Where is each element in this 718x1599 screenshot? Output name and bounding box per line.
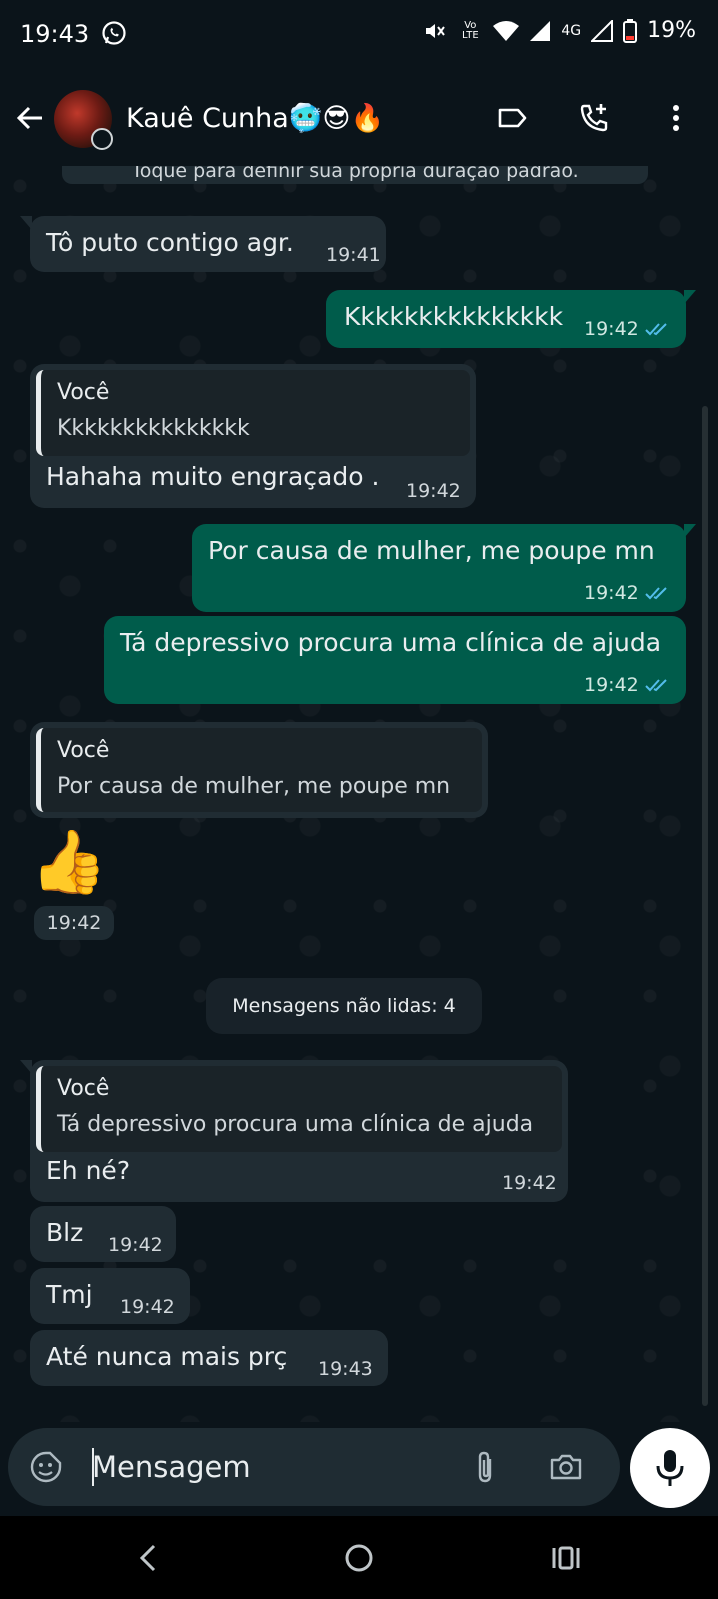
nav-back-icon[interactable] (132, 1540, 168, 1576)
scrollbar[interactable] (702, 406, 708, 1406)
unread-messages-divider: Mensagens não lidas: 4 (206, 978, 482, 1034)
signal-icon-2 (591, 19, 614, 42)
message-bubble-outgoing[interactable]: Kkkkkkkkkkkkkkk 19:42 (326, 290, 696, 348)
message-time: 19:42 (584, 582, 639, 604)
message-text: Hahaha muito engraçado . (46, 462, 380, 491)
message-time: 19:43 (318, 1358, 373, 1380)
status-bar: 19:43 Vo LTE 4G 19% (0, 0, 718, 70)
read-ticks-icon (645, 323, 667, 336)
mic-icon (656, 1450, 684, 1486)
message-bubble-incoming[interactable]: Tmj 19:42 (30, 1268, 190, 1324)
wifi-icon (493, 20, 520, 41)
message-bubble-incoming[interactable]: Blz 19:42 (30, 1206, 176, 1262)
quote-text: Tá depressivo procura uma clínica de aju… (57, 1112, 534, 1137)
message-text: Tmj (46, 1280, 93, 1309)
contact-name[interactable]: Kauê Cunha🥶😎🔥 (126, 102, 384, 134)
add-call-icon[interactable] (576, 100, 612, 136)
message-time: 19:41 (326, 244, 381, 266)
message-bubble-incoming[interactable]: Até nunca mais prç 19:43 (30, 1330, 388, 1386)
attach-icon[interactable] (468, 1449, 504, 1485)
status-time: 19:43 (20, 20, 90, 48)
message-text: Blz (46, 1218, 84, 1247)
message-time: 19:42 (584, 318, 639, 340)
status-icons: Vo LTE 4G 19% (423, 18, 696, 43)
message-input[interactable] (82, 1428, 472, 1506)
read-ticks-icon (645, 587, 667, 600)
message-time: 19:42 (502, 1172, 557, 1194)
message-bubble-outgoing[interactable]: Por causa de mulher, me poupe mn 19:42 (192, 524, 696, 612)
more-vert-icon[interactable] (658, 100, 694, 136)
disappearing-timer-icon (91, 128, 113, 150)
message-bubble-incoming[interactable]: Você Por causa de mulher, me poupe mn (30, 722, 488, 818)
chat-area[interactable]: Toque para definir sua própria duração p… (0, 166, 718, 1422)
chat-header: Kauê Cunha🥶😎🔥 (0, 70, 718, 166)
quote-text: Por causa de mulher, me poupe mn (57, 774, 451, 799)
camera-icon[interactable] (548, 1449, 584, 1485)
bubble-tail (684, 290, 696, 304)
message-text: Eh né? (46, 1156, 131, 1185)
system-banner[interactable]: Toque para definir sua própria duração p… (62, 166, 648, 184)
message-text: Kkkkkkkkkkkkkkk (344, 302, 564, 331)
message-text: Por causa de mulher, me poupe mn (208, 536, 655, 565)
signal-icon (530, 20, 551, 41)
quoted-message[interactable]: Você Por causa de mulher, me poupe mn (36, 728, 482, 812)
mute-icon (426, 23, 446, 38)
battery-percent: 19% (647, 18, 696, 43)
message-text: Até nunca mais prç (46, 1342, 288, 1371)
message-time: 19:42 (120, 1296, 175, 1318)
message-text: Tá depressivo procura uma clínica de aju… (120, 628, 662, 657)
quote-author: Você (57, 380, 110, 405)
battery-icon (623, 18, 638, 43)
quote-author: Você (57, 738, 110, 763)
network-type-label: 4G (561, 22, 582, 39)
message-time: 19:42 (108, 1234, 163, 1256)
message-text: Tô puto contigo agr. (46, 228, 294, 257)
message-bubble-incoming[interactable]: Tô puto contigo agr. 19:41 (20, 216, 386, 272)
system-nav-bar (0, 1516, 718, 1599)
mic-button[interactable] (630, 1428, 710, 1508)
quoted-message[interactable]: Você Kkkkkkkkkkkkkkk (36, 370, 470, 456)
message-time: 19:42 (34, 906, 114, 940)
message-bubble-incoming[interactable]: Você Kkkkkkkkkkkkkkk Hahaha muito engraç… (30, 364, 476, 508)
message-composer (8, 1428, 620, 1506)
quoted-message[interactable]: Você Tá depressivo procura uma clínica d… (36, 1066, 562, 1152)
volte-label: Vo LTE (462, 19, 479, 41)
bubble-tail (684, 524, 696, 538)
message-bubble-outgoing[interactable]: Tá depressivo procura uma clínica de aju… (104, 616, 686, 704)
thumbs-up-emoji[interactable]: 👍 (30, 826, 107, 898)
bubble-tail (20, 216, 32, 230)
label-icon[interactable] (494, 100, 530, 136)
emoji-sticker-icon[interactable] (28, 1449, 64, 1485)
message-time: 19:42 (406, 480, 461, 502)
bubble-tail (20, 1060, 32, 1074)
nav-home-icon[interactable] (341, 1540, 377, 1576)
whatsapp-icon (102, 21, 126, 45)
back-arrow-icon[interactable] (12, 100, 48, 136)
quote-text: Kkkkkkkkkkkkkkk (57, 416, 250, 441)
message-bubble-incoming[interactable]: Você Tá depressivo procura uma clínica d… (20, 1060, 568, 1202)
read-ticks-icon (645, 679, 667, 692)
message-time: 19:42 (584, 674, 639, 696)
quote-author: Você (57, 1076, 110, 1101)
nav-recents-icon[interactable] (548, 1540, 584, 1576)
